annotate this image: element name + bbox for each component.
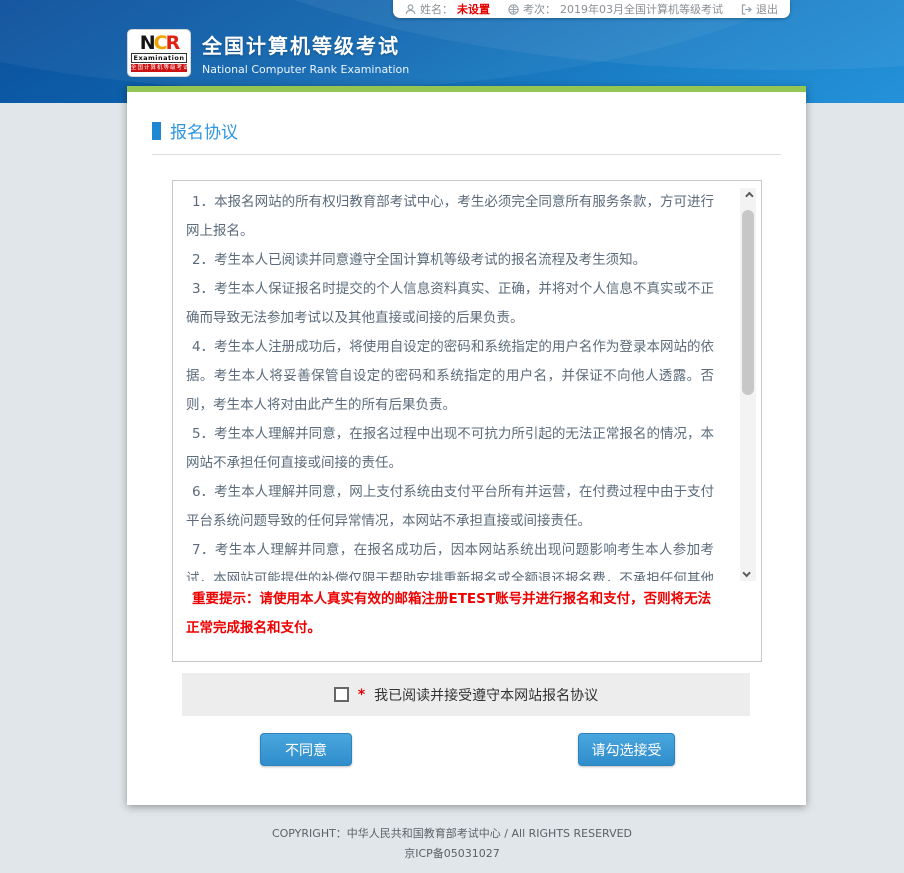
agreement-paragraph: 7．考生本人理解并同意，在报名成功后，因本网站系统出现问题影响考生本人参加考试，… (186, 536, 714, 581)
user-icon (405, 4, 416, 15)
logout-group[interactable]: 退出 (741, 1, 778, 17)
scrollbar-thumb[interactable] (742, 210, 754, 395)
agreement-accept-row: * 我已阅读并接受遵守本网站报名协议 (182, 673, 750, 716)
site-title-english: National Computer Rank Examination (202, 63, 409, 76)
content-card: 报名协议 1．本报名网站的所有权归教育部考试中心，考生必须完全同意所有服务条款，… (127, 86, 806, 805)
chevron-down-icon (742, 569, 750, 577)
name-label: 姓名： (420, 1, 453, 17)
site-title-chinese: 全国计算机等级考试 (202, 30, 409, 59)
agreement-paragraph: 2．考生本人已阅读并同意遵守全国计算机等级考试的报名流程及考生须知。 (186, 246, 714, 275)
accept-label: 我已阅读并接受遵守本网站报名协议 (374, 685, 598, 705)
ncr-logo: NCR Examination 全国计算机等级考试 (127, 29, 191, 77)
session-group: 考次： 2019年03月全国计算机等级考试 (508, 1, 723, 17)
ncr-logo-mini-text: 全国计算机等级考试 (131, 64, 187, 72)
brand: NCR Examination 全国计算机等级考试 全国计算机等级考试 Nati… (127, 29, 409, 77)
agreement-paragraph: 3．考生本人保证报名时提交的个人信息资料真实、正确，并将对个人信息不真实或不正确… (186, 275, 714, 333)
footer: COPYRIGHT：中华人民共和国教育部考试中心 / All RIGHTS RE… (0, 824, 904, 864)
scroll-down-button[interactable] (740, 565, 756, 581)
chevron-up-icon (745, 192, 753, 200)
required-asterisk: * (358, 687, 365, 703)
clock-icon (508, 4, 519, 15)
logout-icon[interactable] (741, 4, 752, 15)
session-label: 考次： (523, 1, 556, 17)
ncr-logo-examination: Examination (131, 53, 188, 63)
disagree-button[interactable]: 不同意 (260, 733, 352, 766)
accept-button[interactable]: 请勾选接受 (578, 733, 675, 766)
scroll-up-button[interactable] (740, 188, 756, 204)
session-value: 2019年03月全国计算机等级考试 (560, 1, 723, 17)
scrollbar[interactable] (740, 188, 756, 581)
accept-checkbox[interactable] (334, 687, 349, 702)
ncr-logo-letters: NCR (140, 35, 179, 52)
agreement-paragraph: 5．考生本人理解并同意，在报名过程中出现不可抗力所引起的无法正常报名的情况，本网… (186, 420, 714, 478)
user-name-group: 姓名： 未设置 (405, 1, 490, 17)
agreement-paragraph: 1．本报名网站的所有权归教育部考试中心，考生必须完全同意所有服务条款，方可进行网… (186, 188, 714, 246)
important-notice: 重要提示：请使用本人真实有效的邮箱注册ETEST账号并进行报名和支付，否则将无法… (186, 585, 719, 643)
copyright-text: COPYRIGHT：中华人民共和国教育部考试中心 / All RIGHTS RE… (0, 824, 904, 844)
agreement-paragraph: 4．考生本人注册成功后，将使用自设定的密码和系统指定的用户名作为登录本网站的依据… (186, 333, 714, 420)
logout-link[interactable]: 退出 (756, 1, 778, 17)
green-accent-bar (127, 86, 806, 92)
name-value: 未设置 (457, 1, 490, 17)
agreement-list: 1．本报名网站的所有权归教育部考试中心，考生必须完全同意所有服务条款，方可进行网… (186, 188, 714, 581)
icp-number: 京ICP备05031027 (0, 844, 904, 864)
agreement-paragraph: 6．考生本人理解并同意，网上支付系统由支付平台所有并运营，在付费过程中由于支付平… (186, 478, 714, 536)
agreement-box: 1．本报名网站的所有权归教育部考试中心，考生必须完全同意所有服务条款，方可进行网… (172, 180, 762, 662)
section-title: 报名协议 (152, 118, 781, 155)
title-accent-block (152, 122, 161, 140)
page-title: 报名协议 (170, 118, 238, 143)
site-titles: 全国计算机等级考试 National Computer Rank Examina… (202, 30, 409, 76)
user-info-bar: 姓名： 未设置 考次： 2019年03月全国计算机等级考试 退出 (393, 0, 790, 18)
